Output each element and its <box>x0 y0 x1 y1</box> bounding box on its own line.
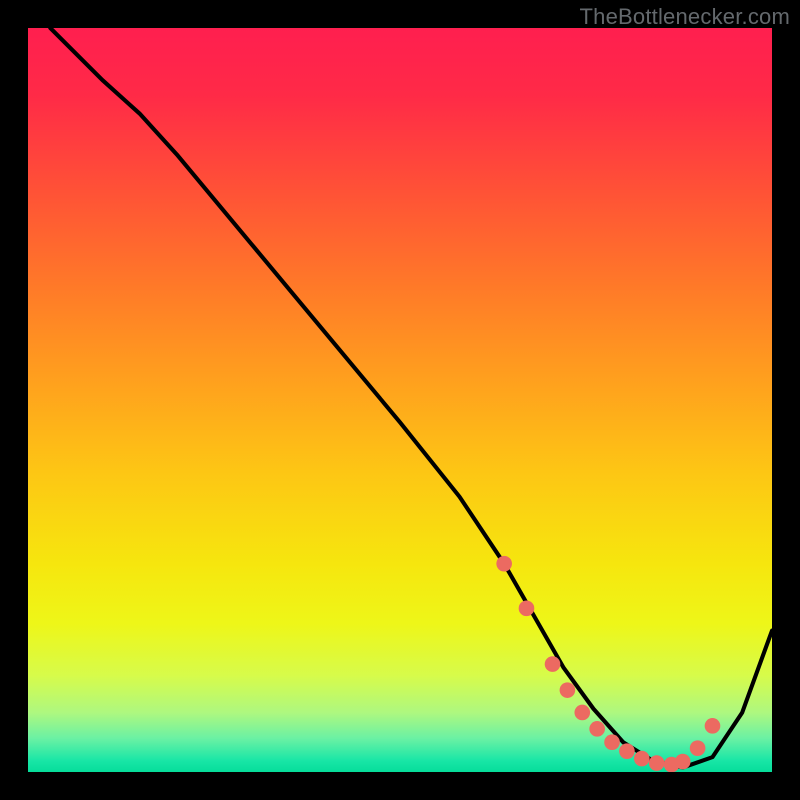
marker-dot <box>574 705 590 721</box>
marker-dot <box>619 743 635 759</box>
marker-dot <box>649 755 665 771</box>
marker-dot <box>589 721 605 737</box>
marker-group <box>496 556 720 772</box>
curve-layer <box>28 28 772 772</box>
plot-area <box>28 28 772 772</box>
marker-dot <box>545 656 561 672</box>
marker-dot <box>604 734 620 750</box>
marker-dot <box>560 682 576 698</box>
marker-dot <box>519 601 535 617</box>
main-curve <box>50 28 772 768</box>
marker-dot <box>675 754 691 770</box>
chart-frame: TheBottlenecker.com <box>0 0 800 800</box>
marker-dot <box>705 718 721 734</box>
attribution-label: TheBottlenecker.com <box>580 4 790 30</box>
marker-dot <box>690 740 706 756</box>
marker-dot <box>634 751 650 767</box>
marker-dot <box>496 556 512 572</box>
